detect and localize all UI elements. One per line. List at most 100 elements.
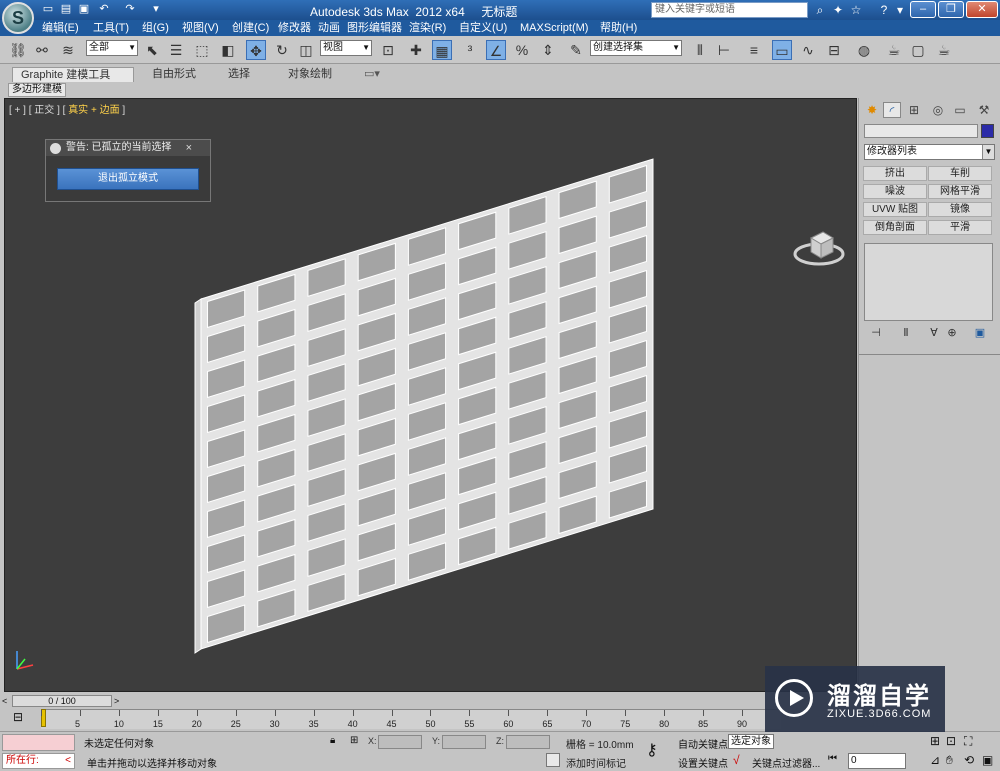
select-by-name-icon[interactable]: ☰ (166, 40, 186, 60)
close-button[interactable]: ✕ (966, 1, 998, 18)
maxscript-listener-field[interactable] (2, 734, 75, 751)
star-icon[interactable]: ☆ (848, 2, 864, 18)
rect-selection-icon[interactable]: ⬚ (192, 40, 212, 60)
tab-object-paint[interactable]: 对象绘制 (280, 67, 340, 82)
menu-help[interactable]: 帮助(H) (600, 21, 637, 35)
key-mode-icon[interactable]: √ (733, 753, 740, 767)
key-mode-toggle-icon[interactable]: ⏮ (828, 753, 837, 764)
orbit-icon[interactable]: ⟲ (964, 753, 974, 767)
auto-key-button[interactable]: 自动关键点 (678, 736, 728, 751)
bind-space-warp-icon[interactable]: ≋ (58, 40, 78, 60)
unlink-icon[interactable]: ⚯ (32, 40, 52, 60)
pin-stack-icon[interactable]: ⊣ (869, 326, 883, 340)
lathe-button[interactable]: 车削 (928, 166, 992, 181)
snaps-toggle-icon[interactable]: ³ (460, 40, 480, 60)
percent-snap-icon[interactable]: % (512, 40, 532, 60)
layer-manager-icon[interactable]: ≡ (744, 40, 764, 60)
key-filters-button[interactable]: 关键点过滤器... (752, 755, 820, 770)
track-bar[interactable]: ⊟ 5 10 15 20 25 30 35 40 45 50 55 60 65 70 75 80 85 90 (0, 707, 858, 731)
curve-editor-icon[interactable]: ∿ (798, 40, 818, 60)
undo-icon[interactable]: ↶ (96, 2, 112, 17)
keyboard-shortcut-icon[interactable]: ▦ (432, 40, 452, 60)
extrude-button[interactable]: 挤出 (863, 166, 927, 181)
remove-modifier-icon[interactable]: ⊕ (945, 326, 959, 340)
current-frame-field[interactable]: 0 (848, 753, 906, 769)
ref-coord-dropdown[interactable]: 视图 ▼ (320, 40, 372, 56)
tab-freeform[interactable]: 自由形式 (144, 67, 204, 82)
help-icon[interactable]: ? (876, 2, 892, 18)
tile-wall-mesh[interactable] (194, 158, 654, 654)
menu-tools[interactable]: 工具(T) (93, 21, 129, 35)
zoom-region-icon[interactable]: ⛶ (964, 734, 972, 749)
menu-rendering[interactable]: 渲染(R) (409, 21, 446, 35)
menu-animation[interactable]: 动画 (318, 21, 340, 35)
app-logo-icon[interactable]: S (2, 2, 34, 34)
render-production-icon[interactable]: ☕ (934, 40, 954, 60)
named-selection-dropdown[interactable]: 创建选择集 ▼ (590, 40, 682, 56)
help-dropdown-icon[interactable]: ▾ (892, 2, 908, 18)
create-tab-icon[interactable]: ✸ (863, 102, 881, 118)
graphite-toggle-icon[interactable]: ▭ (772, 40, 792, 60)
modifier-stack[interactable] (864, 243, 993, 321)
hierarchy-tab-icon[interactable]: ⊞ (905, 102, 923, 118)
key-selection-dropdown[interactable]: 选定对象 (728, 734, 774, 749)
modify-tab-icon[interactable]: ◜ (883, 102, 901, 118)
tab-polygon-modeling[interactable]: 多边形建模 (8, 83, 66, 97)
menu-views[interactable]: 视图(V) (182, 21, 219, 35)
select-object-icon[interactable]: ⬉ (142, 40, 162, 60)
smooth-button[interactable]: 平滑 (928, 220, 992, 235)
spinner-snap-icon[interactable]: ⇕ (538, 40, 558, 60)
select-move-icon[interactable]: ✥ (246, 40, 266, 60)
menu-edit[interactable]: 编辑(E) (42, 21, 79, 35)
subscription-icon[interactable]: ✦ (830, 2, 846, 18)
mirror-button[interactable]: 镜像 (928, 202, 992, 217)
time-tag-icon[interactable] (546, 753, 560, 767)
menu-group[interactable]: 组(G) (142, 21, 169, 35)
field-of-view-icon[interactable]: ⊿ (930, 753, 940, 767)
select-scale-icon[interactable]: ◫ (296, 40, 316, 60)
bevel-profile-button[interactable]: 倒角剖面 (863, 220, 927, 235)
menu-modifiers[interactable]: 修改器 (278, 21, 311, 35)
zoom-extents-icon[interactable]: ⊞ (930, 734, 940, 748)
mirror-icon[interactable]: ⫴ (690, 40, 710, 60)
edit-named-sel-icon[interactable]: ✎ (566, 40, 586, 60)
angle-snap-icon[interactable]: ∠ (486, 40, 506, 60)
menu-maxscript[interactable]: MAXScript(M) (520, 21, 588, 35)
pivot-center-icon[interactable]: ⊡ (378, 40, 398, 60)
time-next-icon[interactable]: > (114, 696, 119, 706)
menu-customize[interactable]: 自定义(U) (459, 21, 507, 35)
time-slider[interactable]: < 0 / 100 > (0, 695, 858, 707)
help-search-input[interactable]: 键入关键字或短语 (651, 2, 808, 18)
new-file-icon[interactable]: ▭ (40, 2, 56, 17)
noise-button[interactable]: 噪波 (863, 184, 927, 199)
select-manipulate-icon[interactable]: ✚ (406, 40, 426, 60)
render-setup-icon[interactable]: ☕ (884, 40, 904, 60)
ribbon-options-icon[interactable]: ▭▾ (356, 67, 388, 82)
restore-button[interactable]: ❐ (938, 1, 964, 18)
modifier-list-dropdown[interactable]: 修改器列表 ▼ (864, 144, 995, 160)
set-key-button[interactable]: 设置关键点 (678, 755, 728, 770)
close-icon[interactable]: × (186, 140, 192, 156)
save-icon[interactable]: ▣ (76, 2, 92, 17)
link-icon[interactable]: ⛓ (8, 40, 28, 60)
script-line-field[interactable]: 所在行: < (2, 753, 75, 769)
time-slider-thumb[interactable]: 0 / 100 (12, 695, 112, 707)
maximize-viewport-icon[interactable]: ▣ (982, 753, 993, 767)
z-coord-field[interactable] (506, 735, 550, 749)
selection-filter-dropdown[interactable]: 全部 ▼ (86, 40, 138, 56)
tab-selection[interactable]: 选择 (220, 67, 258, 82)
make-unique-icon[interactable]: ∀ (927, 326, 941, 340)
schematic-view-icon[interactable]: ⊟ (824, 40, 844, 60)
mini-curve-editor-icon[interactable]: ⊟ (8, 710, 28, 728)
viewcube-icon[interactable] (793, 226, 845, 268)
menu-create[interactable]: 创建(C) (232, 21, 269, 35)
tab-graphite-modeling[interactable]: Graphite 建模工具 (12, 67, 134, 82)
binoculars-icon[interactable]: ⌕ (812, 2, 828, 18)
exit-isolation-button[interactable]: 退出孤立模式 (57, 168, 199, 190)
window-crossing-icon[interactable]: ◧ (218, 40, 238, 60)
time-prev-icon[interactable]: < (2, 696, 7, 706)
lock-icon[interactable]: 🔒︎ (330, 735, 335, 746)
utilities-tab-icon[interactable]: ⚒ (975, 102, 993, 118)
configure-sets-icon[interactable]: ▣ (973, 326, 987, 340)
quick-access-dropdown-icon[interactable]: ▾ (148, 2, 164, 17)
